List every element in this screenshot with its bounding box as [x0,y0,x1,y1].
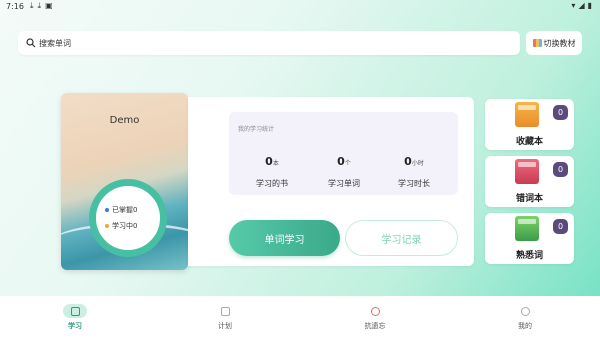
familiar-book-icon [515,216,539,241]
nav-tab-plan[interactable]: 计划 [150,296,300,338]
nav-tab-plan-label: 计划 [218,322,232,330]
plan-icon [220,306,230,316]
wifi-icon: ▾ [571,1,576,10]
nav-tab-anti-forget-label: 抗遗忘 [364,322,386,330]
stat-books-label: 学习的书 [256,179,288,188]
stat-books-unit: 本 [272,160,279,167]
mistakes-count-badge: 0 [553,162,568,177]
nav-tab-anti-forget[interactable]: 抗遗忘 [300,296,450,338]
stat-books-value: 0 [265,155,273,168]
study-panel: 我的学习统计 0本 学习的书 0个 学习单词 0小时 学习时长 单词学习 学习记… [188,97,474,266]
study-record-button[interactable]: 学习记录 [345,220,458,256]
stat-time-unit: 小时 [411,160,424,167]
nav-tab-study[interactable]: 学习 [0,296,150,338]
familiar-words-card[interactable]: 0 熟悉词 [485,213,574,264]
download-icon: ⤓ [37,1,42,10]
search-icon [26,38,36,48]
search-input[interactable] [39,38,499,48]
signal-icon: ◢ [578,1,585,10]
books-icon [532,39,542,47]
mistakes-card[interactable]: 0 错词本 [485,156,574,207]
stat-time: 0小时 学习时长 [379,150,449,189]
stat-words-unit: 个 [344,160,351,167]
mastered-dot-icon [105,208,109,212]
stat-books: 0本 学习的书 [237,150,307,189]
nav-tab-mine[interactable]: 我的 [450,296,600,338]
status-notification-icons: ⤓ ⤓ ▣ [30,1,53,11]
legend-learning-label: 学习中0 [112,222,138,230]
stat-words-label: 学习单词 [328,179,360,188]
favorites-label: 收藏本 [515,137,543,147]
app-notification-icon: ▣ [45,1,53,10]
stats-title: 我的学习统计 [238,126,275,133]
mistakes-label: 错词本 [515,194,543,204]
mistakes-book-icon [515,159,539,184]
current-book-card[interactable]: Demo 已掌握0 学习中0 [61,93,188,270]
stats-box: 我的学习统计 0本 学习的书 0个 学习单词 0小时 学习时长 [229,112,458,195]
stat-words-value: 0 [337,155,345,168]
search-bar[interactable] [18,31,520,55]
familiar-count-badge: 0 [553,219,568,234]
familiar-label: 熟悉词 [515,251,543,261]
word-study-button[interactable]: 单词学习 [229,220,340,256]
calendar-icon [70,306,80,316]
book-title: Demo [109,115,140,126]
legend-mastered: 已掌握0 [105,205,160,215]
favorites-count-badge: 0 [553,105,568,120]
bottom-navigation: 学习 计划 抗遗忘 我的 [0,296,600,338]
legend-mastered-label: 已掌握0 [112,206,138,214]
switch-textbook-button[interactable]: 切换教材 [526,31,582,55]
battery-icon: ▮ [587,1,592,10]
status-time: 7:16 [6,2,24,11]
nav-tab-mine-label: 我的 [518,322,532,330]
learning-dot-icon [105,224,109,228]
memory-icon [370,306,380,316]
stat-words: 0个 学习单词 [309,150,379,189]
legend-learning: 学习中0 [105,221,160,231]
stat-time-value: 0 [404,155,412,168]
nav-tab-study-label: 学习 [68,322,82,330]
download-icon: ⤓ [30,1,34,10]
progress-ring: 已掌握0 学习中0 [89,179,167,257]
user-icon [520,306,530,316]
stat-time-label: 学习时长 [398,179,430,188]
status-system-icons: ▾ ◢ ▮ [571,1,592,10]
favorites-book-icon [515,102,539,127]
favorites-card[interactable]: 0 收藏本 [485,99,574,150]
switch-textbook-label: 切换教材 [543,38,576,48]
status-bar: 7:16 ⤓ ⤓ ▣ ▾ ◢ ▮ [0,0,600,14]
